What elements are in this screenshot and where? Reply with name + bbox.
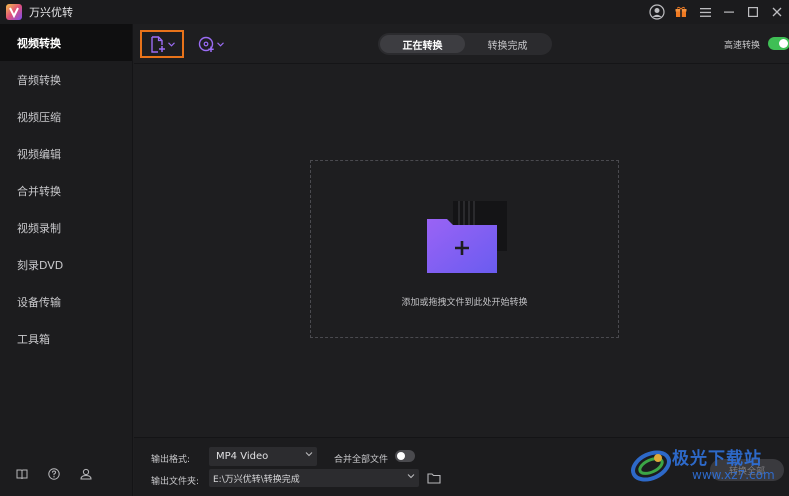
sidebar-item-label: 音频转换 xyxy=(17,73,61,87)
sidebar-item-label: 设备传输 xyxy=(17,295,61,309)
minimize-icon[interactable] xyxy=(717,0,741,24)
merge-all-toggle[interactable] xyxy=(395,450,415,462)
sidebar-item-video-record[interactable]: 视频录制 xyxy=(0,209,132,246)
open-folder-icon[interactable] xyxy=(427,472,441,484)
output-folder-label: 输出文件夹: xyxy=(151,477,200,487)
sidebar-item-label: 视频转换 xyxy=(17,36,61,50)
menu-icon[interactable] xyxy=(693,0,717,24)
sidebar-item-video-convert[interactable]: 视频转换 xyxy=(0,24,132,61)
add-dvd-icon xyxy=(198,36,214,52)
conversion-tab-group: 正在转换 转换完成 xyxy=(378,33,552,55)
output-folder-value: E:\万兴优转\转换完成 xyxy=(213,474,300,485)
help-icon[interactable] xyxy=(48,468,60,480)
sidebar-item-label: 视频编辑 xyxy=(17,147,61,161)
chevron-down-icon xyxy=(407,474,415,479)
watermark-url: www.xz7.com xyxy=(692,468,775,482)
sidebar-item-video-compress[interactable]: 视频压缩 xyxy=(0,98,132,135)
chevron-down-icon xyxy=(217,41,224,47)
chevron-down-icon xyxy=(167,41,175,47)
sidebar-item-label: 视频录制 xyxy=(17,221,61,235)
tab-finished[interactable]: 转换完成 xyxy=(465,35,550,53)
sidebar-item-label: 视频压缩 xyxy=(17,110,61,124)
sidebar-item-audio-convert[interactable]: 音频转换 xyxy=(0,61,132,98)
watermark-text: 极光下载站 xyxy=(672,449,762,469)
account-icon[interactable] xyxy=(80,468,92,480)
sidebar-item-burn-dvd[interactable]: 刻录DVD xyxy=(0,246,132,283)
sidebar-item-label: 刻录DVD xyxy=(17,258,64,272)
output-format-label: 输出格式: xyxy=(151,455,191,465)
title-bar: 万兴优转 xyxy=(0,0,789,24)
add-file-icon xyxy=(150,35,165,53)
close-icon[interactable] xyxy=(765,0,789,24)
merge-all-label: 合并全部文件 xyxy=(334,455,389,465)
output-format-value: MP4 Video xyxy=(216,451,269,462)
add-dvd-button[interactable] xyxy=(196,32,226,56)
gift-icon[interactable] xyxy=(669,0,693,24)
watermark: 极光下载站 www.xz7.com xyxy=(628,440,786,490)
sidebar-item-video-edit[interactable]: 视频编辑 xyxy=(0,135,132,172)
tab-converting[interactable]: 正在转换 xyxy=(380,35,465,53)
chevron-down-icon xyxy=(305,452,313,457)
watermark-logo xyxy=(631,450,671,482)
book-icon[interactable] xyxy=(16,469,28,480)
maximize-icon[interactable] xyxy=(741,0,765,24)
high-speed-label: 高速转换 xyxy=(724,41,761,51)
sidebar-item-toolbox[interactable]: 工具箱 xyxy=(0,320,132,357)
sidebar: 视频转换 音频转换 视频压缩 视频编辑 合并转换 视频录制 刻录DVD 设备传输… xyxy=(0,24,133,496)
sidebar-item-label: 工具箱 xyxy=(17,332,50,346)
file-drop-zone[interactable]: 添加或拖拽文件到此处开始转换 xyxy=(310,160,619,338)
sidebar-item-device-transfer[interactable]: 设备传输 xyxy=(0,283,132,320)
app-title: 万兴优转 xyxy=(29,6,73,19)
add-file-button[interactable] xyxy=(140,30,184,58)
sidebar-item-label: 合并转换 xyxy=(17,184,61,198)
sidebar-item-merge-convert[interactable]: 合并转换 xyxy=(0,172,132,209)
toolbar: 正在转换 转换完成 高速转换 xyxy=(134,24,789,64)
add-folder-icon xyxy=(427,201,507,273)
avatar-icon[interactable] xyxy=(645,0,669,24)
drop-hint-text: 添加或拖拽文件到此处开始转换 xyxy=(401,298,528,308)
high-speed-toggle[interactable] xyxy=(768,37,789,50)
output-folder-select[interactable]: E:\万兴优转\转换完成 xyxy=(209,469,419,487)
app-logo-icon xyxy=(6,4,22,20)
output-format-select[interactable]: MP4 Video xyxy=(209,447,317,466)
